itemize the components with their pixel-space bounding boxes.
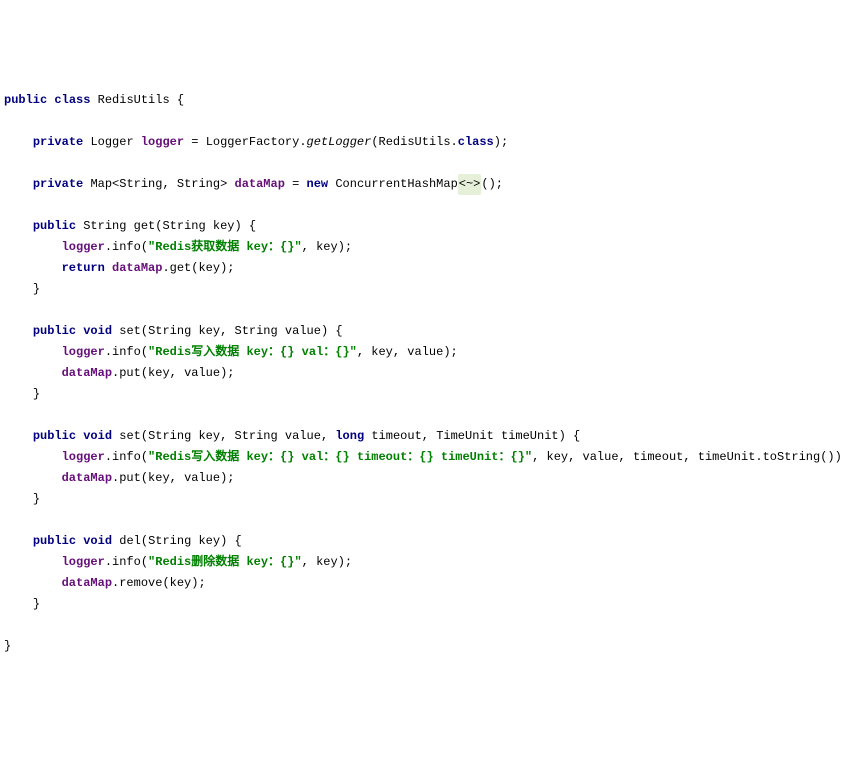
- keyword-public: public: [33, 429, 76, 443]
- field-logger: logger: [141, 135, 184, 149]
- type: Logger: [90, 135, 133, 149]
- keyword-class: class: [458, 135, 494, 149]
- field-ref: logger: [62, 450, 105, 464]
- keyword-long: long: [335, 429, 364, 443]
- code-line: }: [4, 282, 40, 296]
- keyword-public: public: [4, 93, 47, 107]
- keyword-new: new: [307, 177, 329, 191]
- method-call: toString: [763, 450, 821, 464]
- code-line: public void del(String key) {: [4, 534, 242, 548]
- class-ref: RedisUtils: [379, 135, 451, 149]
- field-ref: logger: [62, 345, 105, 359]
- method-call: put: [119, 366, 141, 380]
- field-ref: dataMap: [62, 576, 112, 590]
- method-call: get: [170, 261, 192, 275]
- code-line: }: [4, 387, 40, 401]
- keyword-public: public: [33, 219, 76, 233]
- method-name: set: [119, 429, 141, 443]
- code-line: public void set(String key, String value…: [4, 324, 343, 338]
- code-line: dataMap.remove(key);: [4, 576, 206, 590]
- method-call: info: [112, 555, 141, 569]
- code-line: }: [4, 492, 40, 506]
- keyword-void: void: [83, 324, 112, 338]
- keyword-public: public: [33, 324, 76, 338]
- code-line: dataMap.put(key, value);: [4, 366, 234, 380]
- string-literal: "Redis写入数据 key：{} val：{}": [148, 345, 357, 359]
- field-ref: dataMap: [62, 366, 112, 380]
- field-ref: logger: [62, 555, 105, 569]
- field-dataMap: dataMap: [235, 177, 285, 191]
- method-name: del: [119, 534, 141, 548]
- string-literal: "Redis写入数据 key：{} val：{} timeout：{} time…: [148, 450, 532, 464]
- code-line: logger.info("Redis删除数据 key：{}", key);: [4, 555, 352, 569]
- code-line: logger.info("Redis写入数据 key：{} val：{} tim…: [4, 450, 844, 464]
- keyword-class: class: [54, 93, 90, 107]
- keyword-private: private: [33, 135, 83, 149]
- method-name: set: [119, 324, 141, 338]
- code-line: }: [4, 639, 11, 653]
- code-line: public void set(String key, String value…: [4, 429, 580, 443]
- code-line: private Logger logger = LoggerFactory.ge…: [4, 135, 508, 149]
- class-name: RedisUtils: [98, 93, 170, 107]
- type: Map: [90, 177, 112, 191]
- code-line: public class RedisUtils {: [4, 93, 184, 107]
- field-ref: dataMap: [112, 261, 162, 275]
- class-ref: LoggerFactory: [206, 135, 300, 149]
- keyword-void: void: [83, 534, 112, 548]
- code-editor-content[interactable]: public class RedisUtils { private Logger…: [4, 90, 840, 657]
- code-line: private Map<String, String> dataMap = ne…: [4, 177, 503, 191]
- diamond-operator: <~>: [458, 174, 482, 195]
- code-line: return dataMap.get(key);: [4, 261, 234, 275]
- code-line: }: [4, 597, 40, 611]
- field-ref: logger: [62, 240, 105, 254]
- method-call: info: [112, 450, 141, 464]
- string-literal: "Redis删除数据 key：{}": [148, 555, 302, 569]
- class-ref: ConcurrentHashMap: [335, 177, 457, 191]
- keyword-private: private: [33, 177, 83, 191]
- method-call: remove: [119, 576, 162, 590]
- method-call: getLogger: [307, 135, 372, 149]
- string-literal: "Redis获取数据 key：{}": [148, 240, 302, 254]
- code-line: dataMap.put(key, value);: [4, 471, 234, 485]
- method-name: get: [134, 219, 156, 233]
- field-ref: dataMap: [62, 471, 112, 485]
- keyword-void: void: [83, 429, 112, 443]
- code-line: logger.info("Redis获取数据 key：{}", key);: [4, 240, 352, 254]
- keyword-public: public: [33, 534, 76, 548]
- keyword-return: return: [62, 261, 105, 275]
- method-call: info: [112, 345, 141, 359]
- code-line: public String get(String key) {: [4, 219, 256, 233]
- method-call: put: [119, 471, 141, 485]
- code-line: logger.info("Redis写入数据 key：{} val：{}", k…: [4, 345, 458, 359]
- method-call: info: [112, 240, 141, 254]
